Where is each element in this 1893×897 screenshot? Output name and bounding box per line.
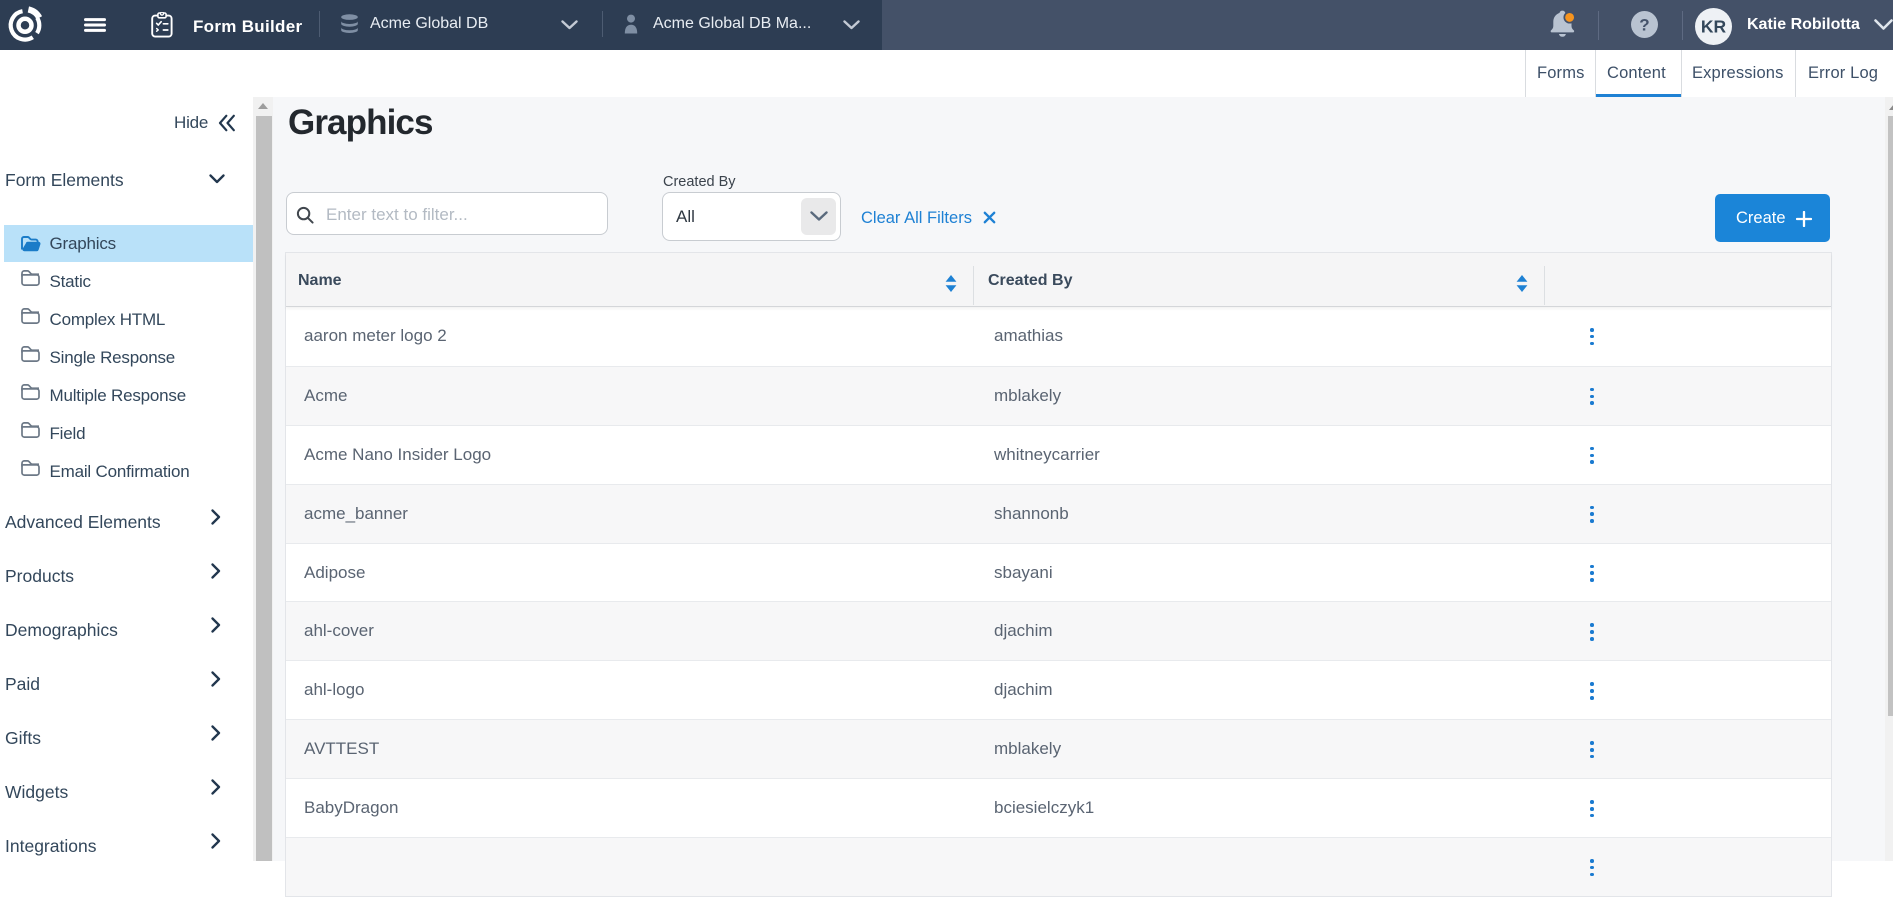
svg-text:KR: KR <box>1700 16 1726 36</box>
svg-text:?: ? <box>1639 16 1649 35</box>
